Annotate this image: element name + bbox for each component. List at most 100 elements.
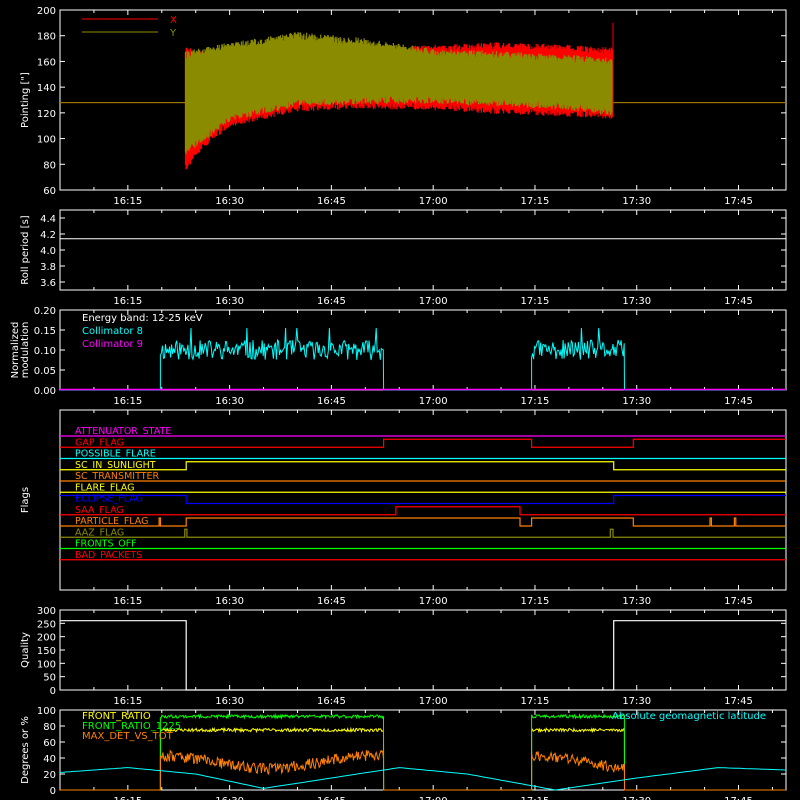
x-tick-label: 17:45 (724, 196, 753, 207)
x-tick-label: 16:30 (215, 696, 244, 707)
y-tick-label: 4.4 (40, 214, 56, 225)
flag-label: ATTENUATOR_STATE (75, 426, 171, 437)
x-tick-label: 17:00 (419, 296, 448, 307)
panel-frame (59, 409, 787, 591)
panel-2: 16:15 16:30 16:45 17:00 17:15 17:30 17:45 3.6 3.… (20, 209, 787, 307)
panel-5: 16:15 16:30 16:45 17:00 17:15 17:30 17:45 0 50 10… (20, 606, 787, 707)
flag-label: FLARE_FLAG (75, 482, 135, 493)
x-tick-label: 17:15 (521, 396, 550, 407)
x-tick-label: 16:30 (215, 196, 244, 207)
x-tick-label: 17:15 (521, 796, 550, 800)
flag-label: PARTICLE_FLAG (75, 516, 148, 527)
flag-label: SC_IN_SUNLIGHT (75, 460, 156, 471)
series-geomagnetic-latitude (59, 767, 787, 791)
y-tick-label: 160 (37, 57, 56, 68)
x-tick-label: 17:30 (622, 596, 651, 607)
y-tick-label: 0 (50, 686, 56, 697)
y-tick-label: 150 (37, 646, 56, 657)
figure-canvas: 16:15 16:30 16:45 17:00 17:15 17:30 17:45 60 80 1… (10, 6, 787, 800)
panel-1: 16:15 16:30 16:45 17:00 17:15 17:30 17:45 60 80 1… (20, 6, 787, 207)
x-tick-label: 17:45 (724, 796, 753, 800)
y-tick-label: 80 (43, 722, 56, 733)
flag-line (60, 461, 786, 471)
y-tick-label: 0.05 (34, 366, 56, 377)
y-tick-label: 300 (37, 606, 56, 617)
legend-label: X (170, 15, 177, 26)
y-tick-label: 80 (43, 160, 56, 171)
x-tick-label: 17:15 (521, 696, 550, 707)
y-tick-label: 60 (43, 186, 56, 197)
flag-label: SAA_FLAG (75, 505, 124, 516)
flag-label: FRONTS_OFF (75, 539, 137, 550)
flag-line (60, 494, 786, 505)
x-tick-label: 17:00 (419, 396, 448, 407)
y-tick-label: 100 (37, 659, 56, 670)
x-tick-label: 17:30 (622, 796, 651, 800)
y-tick-label: 20 (43, 770, 56, 781)
y-tick-label: 100 (37, 135, 56, 146)
y-tick-label: 120 (37, 109, 56, 120)
legend-label: Collimator 9 (82, 339, 143, 350)
x-tick-label: 17:45 (724, 596, 753, 607)
y-axis-label: Roll period [s] (20, 215, 31, 284)
legend-label: Collimator 8 (82, 326, 143, 337)
x-tick-label: 16:15 (113, 396, 142, 407)
y-tick-label: 0.20 (34, 306, 56, 317)
x-tick-label: 16:30 (215, 596, 244, 607)
y-tick-label: 3.8 (40, 262, 56, 273)
x-tick-label: 17:15 (521, 296, 550, 307)
x-tick-label: 17:30 (622, 196, 651, 207)
quality-line (60, 620, 786, 691)
flag-label: BAD_PACKETS (75, 550, 142, 561)
x-tick-label: 16:30 (215, 796, 244, 800)
y-axis-label: Quality (20, 632, 31, 668)
y-tick-label: 0 (50, 786, 56, 797)
flag-line (60, 506, 786, 516)
y-tick-label: 100 (37, 706, 56, 717)
legend-label: Y (169, 28, 177, 39)
x-tick-label: 16:30 (215, 296, 244, 307)
x-tick-label: 16:30 (215, 396, 244, 407)
energy-band-label: Energy band: 12-25 keV (82, 313, 203, 324)
flag-label: SC_TRANSMITTER (75, 471, 160, 482)
x-tick-label: 17:45 (724, 296, 753, 307)
x-tick-label: 17:00 (419, 796, 448, 800)
panel-frame (59, 609, 787, 691)
y-tick-label: 250 (37, 619, 56, 630)
x-tick-label: 17:00 (419, 696, 448, 707)
x-tick-label: 17:45 (724, 396, 753, 407)
y-axis-label: Degrees or % (20, 716, 31, 784)
x-tick-label: 17:15 (521, 596, 550, 607)
flag-label: GAP_FLAG (75, 437, 124, 448)
flag-line (60, 517, 786, 527)
panel-3: 16:15 16:30 16:45 17:00 17:15 17:30 17:45 0.00 0… (10, 306, 787, 407)
x-tick-label: 17:00 (419, 596, 448, 607)
panel-frame (59, 209, 787, 291)
panel-6: 16:15 16:30 16:45 17:00 17:15 17:30 17:45 0 20 40… (20, 706, 787, 800)
x-tick-label: 16:15 (113, 296, 142, 307)
y-axis-label: Flags (20, 487, 31, 513)
flag-label: POSSIBLE_FLARE (75, 449, 156, 460)
x-tick-label: 16:45 (317, 396, 346, 407)
flag-line (60, 528, 786, 538)
flag-label: AAZ_FLAG (75, 527, 124, 538)
x-tick-label: 16:45 (317, 596, 346, 607)
y-tick-label: 0.10 (34, 346, 56, 357)
y-tick-label: 4.2 (40, 230, 56, 241)
y-tick-label: 0.00 (34, 386, 56, 397)
flag-line (60, 438, 786, 448)
y-tick-label: 200 (37, 6, 56, 17)
y-tick-label: 40 (43, 754, 56, 765)
flag-label: ECLIPSE_FLAG (75, 494, 143, 505)
x-tick-label: 16:15 (113, 796, 142, 800)
x-tick-label: 16:45 (317, 196, 346, 207)
x-tick-label: 16:15 (113, 696, 142, 707)
legend-label: Absolute geomagnetic latitude (612, 711, 766, 722)
y-axis-label: Pointing ["] (20, 72, 31, 128)
y-tick-label: 0.15 (34, 326, 56, 337)
y-tick-label: 60 (43, 738, 56, 749)
x-tick-label: 17:30 (622, 296, 651, 307)
x-tick-label: 17:00 (419, 196, 448, 207)
y-tick-label: 4.0 (40, 246, 56, 257)
x-tick-label: 16:15 (113, 196, 142, 207)
